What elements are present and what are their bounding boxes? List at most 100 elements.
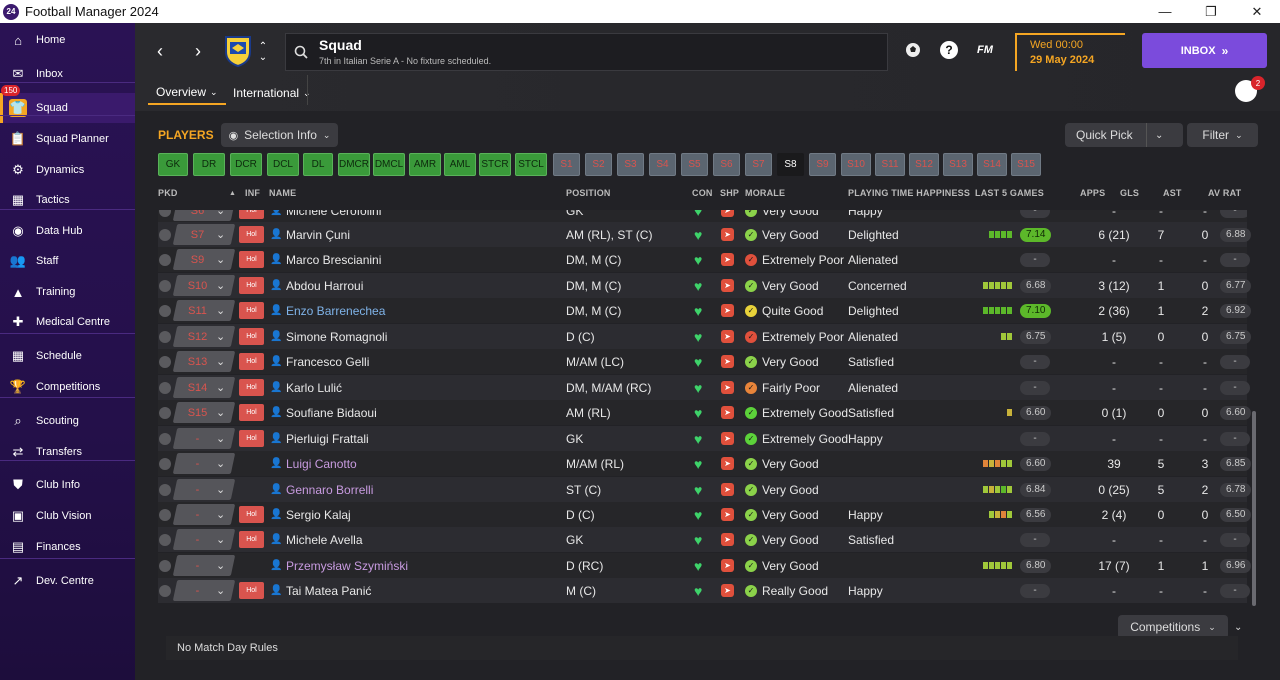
- player-name[interactable]: Pierluigi Frattali: [286, 426, 369, 451]
- inbox-continue-button[interactable]: INBOX »: [1142, 33, 1267, 68]
- quick-pick-button[interactable]: Quick Pick: [1065, 123, 1183, 147]
- position-chip-dl[interactable]: DL: [303, 153, 333, 176]
- table-row[interactable]: S15 ⌄ Hol 👤 Soufiane Bidaoui AM (RL) ♥ ➤ ✓ Extrem…: [158, 400, 1252, 425]
- maximize-button[interactable]: ❐: [1188, 0, 1234, 23]
- select-checkbox[interactable]: [159, 553, 171, 578]
- column-header-shp[interactable]: SHP: [720, 188, 739, 198]
- player-name[interactable]: Soufiane Bidaoui: [286, 400, 377, 425]
- table-row[interactable]: - ⌄ Hol 👤 Tai Matea Panić M (C) ♥ ➤ ✓ Really Good…: [158, 578, 1250, 603]
- back-arrow-icon[interactable]: ‹: [149, 39, 171, 63]
- chevron-down-icon[interactable]: ⌄: [216, 400, 225, 425]
- position-chip-gk[interactable]: GK: [158, 153, 188, 176]
- fm-button[interactable]: FM: [973, 40, 997, 60]
- sidebar-item-scouting[interactable]: ⌕ Scouting: [0, 406, 135, 436]
- filter-button[interactable]: Filter ⌄: [1187, 123, 1258, 147]
- sidebar-item-staff[interactable]: 👥 Staff: [0, 246, 135, 276]
- club-crest-icon[interactable]: [223, 34, 253, 68]
- table-row[interactable]: S9 ⌄ Hol 👤 Marco Brescianini DM, M (C) ♥ ➤ ✓ Extr…: [158, 247, 1250, 272]
- position-chip-stcr[interactable]: STCR: [479, 153, 511, 176]
- sub-chip-s6[interactable]: S6: [713, 153, 740, 176]
- sub-chip-s3[interactable]: S3: [617, 153, 644, 176]
- select-checkbox[interactable]: [159, 400, 171, 425]
- football-icon[interactable]: [905, 42, 921, 58]
- select-checkbox[interactable]: [159, 247, 171, 272]
- position-chip-stcl[interactable]: STCL: [515, 153, 547, 176]
- column-header-con[interactable]: CON: [692, 188, 713, 198]
- chevron-down-icon[interactable]: ⌄: [216, 247, 225, 272]
- column-header-pkd[interactable]: PKD: [158, 188, 178, 198]
- chevron-down-icon[interactable]: ⌄: [216, 298, 225, 323]
- sub-chip-s15[interactable]: S15: [1011, 153, 1041, 176]
- sidebar-item-squad[interactable]: 👕 Squad: [0, 93, 135, 123]
- position-chip-aml[interactable]: AML: [444, 153, 476, 176]
- sub-chip-s10[interactable]: S10: [841, 153, 871, 176]
- player-name[interactable]: Przemysław Szymiński: [286, 553, 408, 578]
- column-header-last5[interactable]: LAST 5 GAMES: [975, 188, 1044, 198]
- sidebar-item-tactics[interactable]: ▦ Tactics: [0, 185, 135, 215]
- player-name[interactable]: Tai Matea Panić: [286, 578, 371, 603]
- column-header-name[interactable]: NAME: [269, 188, 296, 198]
- sidebar-item-dynamics[interactable]: ⚙ Dynamics: [0, 155, 135, 185]
- player-name[interactable]: Enzo Barrenechea: [286, 298, 385, 323]
- player-name[interactable]: Marco Brescianini: [286, 247, 381, 272]
- chevron-down-icon[interactable]: ⌄: [216, 502, 225, 527]
- selection-info-button[interactable]: ◉ Selection Info ⌄: [221, 123, 338, 147]
- table-row[interactable]: S12 ⌄ Hol 👤 Simone Romagnoli D (C) ♥ ➤ ✓ Extremel…: [158, 324, 1252, 349]
- table-row[interactable]: S11 ⌄ Hol 👤 Enzo Barrenechea DM, M (C) ♥ ➤ ✓ Quit…: [158, 298, 1252, 323]
- player-name[interactable]: Gennaro Borrelli: [286, 477, 373, 502]
- table-row[interactable]: - ⌄ Hol 👤 Michele Avella GK ♥ ➤ ✓ Very Good Satisf…: [158, 527, 1250, 552]
- sort-ascending-icon[interactable]: ▲: [229, 190, 236, 197]
- sub-chip-s9[interactable]: S9: [809, 153, 836, 176]
- sub-chip-s7[interactable]: S7: [745, 153, 772, 176]
- table-row[interactable]: S10 ⌄ Hol 👤 Abdou Harroui DM, M (C) ♥ ➤ ✓ Very Go…: [158, 273, 1252, 298]
- position-chip-dmcr[interactable]: DMCR: [338, 153, 370, 176]
- player-name[interactable]: Sergio Kalaj: [286, 502, 351, 527]
- player-name[interactable]: Marvin Çuni: [286, 222, 350, 247]
- chevron-down-icon[interactable]: ⌄: [216, 222, 225, 247]
- tab-international[interactable]: International⌄: [225, 81, 319, 105]
- position-chip-dcr[interactable]: DCR: [230, 153, 262, 176]
- select-checkbox[interactable]: [159, 273, 171, 298]
- sidebar-item-transfers[interactable]: ⇄ Transfers: [0, 437, 135, 467]
- column-header-avrat[interactable]: AV RAT: [1208, 188, 1241, 198]
- column-header-inf[interactable]: INF: [245, 188, 260, 198]
- sidebar-item-data-hub[interactable]: ◉ Data Hub: [0, 216, 135, 246]
- sub-chip-s5[interactable]: S5: [681, 153, 708, 176]
- table-scrollbar[interactable]: [1252, 411, 1256, 606]
- help-icon[interactable]: ?: [940, 41, 958, 59]
- select-checkbox[interactable]: [159, 426, 171, 451]
- table-row[interactable]: S13 ⌄ Hol 👤 Francesco Gelli M/AM (LC) ♥ ➤ ✓ Very …: [158, 349, 1250, 374]
- select-checkbox[interactable]: [159, 502, 171, 527]
- match-day-rules-bar[interactable]: No Match Day Rules: [166, 636, 1238, 660]
- select-checkbox[interactable]: [159, 477, 171, 502]
- table-row[interactable]: S14 ⌄ Hol 👤 Karlo Lulić DM, M/AM (RC) ♥ ➤ ✓ Fairl…: [158, 375, 1250, 400]
- close-button[interactable]: ✕: [1234, 0, 1280, 23]
- select-checkbox[interactable]: [159, 298, 171, 323]
- select-checkbox[interactable]: [159, 527, 171, 552]
- select-checkbox[interactable]: [159, 349, 171, 374]
- select-checkbox[interactable]: [159, 451, 171, 476]
- sub-chip-s14[interactable]: S14: [977, 153, 1007, 176]
- select-checkbox[interactable]: [159, 324, 171, 349]
- table-row[interactable]: - ⌄ 👤 Luigi Canotto M/AM (RL) ♥ ➤ ✓ Very Good 6.6…: [158, 451, 1252, 476]
- select-checkbox[interactable]: [159, 578, 171, 603]
- sub-chip-s11[interactable]: S11: [875, 153, 905, 176]
- sidebar-item-training[interactable]: ▲ Training: [0, 277, 135, 307]
- table-row[interactable]: - ⌄ 👤 Gennaro Borrelli ST (C) ♥ ➤ ✓ Very Good 6.8…: [158, 477, 1252, 502]
- sidebar-item-home[interactable]: ⌂ Home: [0, 25, 135, 55]
- forward-arrow-icon[interactable]: ›: [187, 39, 209, 63]
- player-name[interactable]: Karlo Lulić: [286, 375, 342, 400]
- position-chip-dr[interactable]: DR: [193, 153, 225, 176]
- player-name[interactable]: Francesco Gelli: [286, 349, 369, 374]
- position-chip-dcl[interactable]: DCL: [267, 153, 299, 176]
- column-header-ast[interactable]: AST: [1163, 188, 1182, 198]
- sidebar-item-club-info[interactable]: ⛊ Club Info: [0, 470, 135, 500]
- table-row[interactable]: S7 ⌄ Hol 👤 Marvin Çuni AM (RL), ST (C) ♥ ➤ ✓ Very…: [158, 222, 1252, 247]
- column-header-morale[interactable]: MORALE: [745, 188, 785, 198]
- chevron-down-icon[interactable]: ⌄: [216, 451, 225, 476]
- sidebar-item-inbox[interactable]: ✉ Inbox: [0, 59, 135, 89]
- chevron-down-icon[interactable]: ⌄: [216, 426, 225, 451]
- sidebar-item-squad-planner[interactable]: 📋 Squad Planner: [0, 124, 135, 154]
- sidebar-item-schedule[interactable]: ▦ Schedule: [0, 341, 135, 371]
- sidebar-item-dev-centre[interactable]: ↗ Dev. Centre: [0, 566, 135, 596]
